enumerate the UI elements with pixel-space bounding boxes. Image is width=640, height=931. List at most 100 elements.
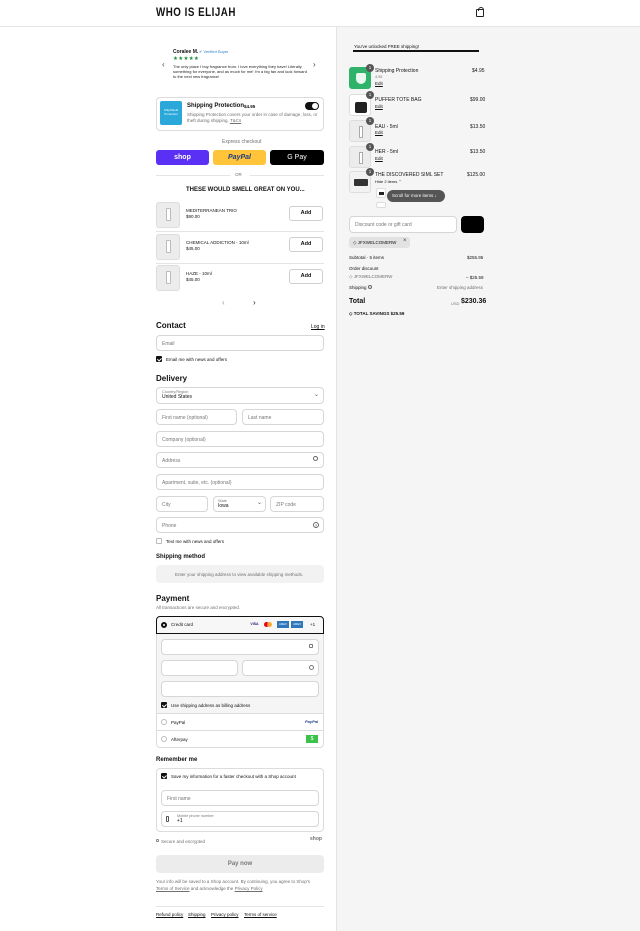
credit-card-label: Credit card bbox=[171, 622, 194, 627]
more-cards-badge: +1 bbox=[310, 622, 316, 627]
protection-toggle[interactable] bbox=[305, 102, 319, 110]
arrow-down-icon: ↓ bbox=[434, 193, 437, 198]
upsell-divider bbox=[156, 263, 324, 264]
scroll-more-pill[interactable]: Scroll for more items ↓ bbox=[387, 190, 445, 202]
paypal-option-label: PayPal bbox=[171, 720, 186, 725]
login-link[interactable]: Log in bbox=[311, 324, 325, 330]
remember-first-name-field[interactable]: First name bbox=[161, 790, 319, 806]
verified-badge-label: Verified Buyer bbox=[203, 49, 229, 54]
order-item-edit-1[interactable]: Edit bbox=[375, 81, 383, 86]
upsell-name-1: MEDITERRANEAN TRIO bbox=[186, 208, 237, 213]
billing-address-checkbox[interactable] bbox=[161, 702, 167, 708]
upsell-add-button-3[interactable]: Add bbox=[289, 269, 323, 284]
order-item-name-5: THE DISCOVERED SIML SET bbox=[375, 172, 444, 178]
subtotal-label: Subtotal · 5 items bbox=[349, 255, 385, 260]
zip-field[interactable]: ZIP code bbox=[270, 496, 324, 512]
item-qty-badge: 1 bbox=[366, 168, 374, 176]
protection-price: $4.95 bbox=[244, 104, 256, 109]
review-prev-arrow[interactable]: ‹ bbox=[162, 60, 165, 69]
review-next-arrow[interactable]: › bbox=[313, 60, 316, 69]
shop-terms-link[interactable]: Terms of Service bbox=[156, 886, 190, 891]
apply-discount-button[interactable] bbox=[461, 216, 484, 233]
check-icon: ✔ bbox=[199, 49, 203, 54]
credit-card-radio[interactable] bbox=[161, 622, 167, 628]
remember-heading: Remember me bbox=[156, 757, 198, 763]
order-item-price-3: $13.50 bbox=[470, 124, 486, 130]
shop-pay-button[interactable]: shop bbox=[156, 150, 209, 165]
help-icon[interactable] bbox=[309, 665, 314, 670]
protection-tcs-link[interactable]: T&Cs bbox=[230, 118, 241, 123]
toggle-knob bbox=[312, 103, 318, 109]
mastercard-icon bbox=[263, 621, 274, 628]
first-name-field[interactable]: First name (optional) bbox=[156, 409, 237, 425]
afterpay-radio[interactable] bbox=[161, 736, 167, 742]
scroll-more-label: Scroll for more items bbox=[392, 193, 434, 198]
email-news-checkbox[interactable] bbox=[156, 356, 162, 362]
card-number-field[interactable] bbox=[161, 639, 319, 655]
free-shipping-label: You've unlocked FREE shipping! bbox=[354, 44, 419, 49]
upsell-thumb-3 bbox=[156, 265, 180, 291]
terms-of-service-link[interactable]: Terms of service bbox=[244, 912, 277, 917]
upsell-price-2: $45.00 bbox=[186, 246, 200, 251]
protection-desc: Shipping Protection covers your order in… bbox=[187, 112, 319, 124]
pay-now-button[interactable]: Pay now bbox=[156, 855, 324, 873]
expiry-field[interactable] bbox=[161, 660, 238, 676]
order-item-edit-2[interactable]: Edit bbox=[375, 104, 383, 109]
city-field[interactable]: City bbox=[156, 496, 208, 512]
text-news-label: Text me with news and offers bbox=[166, 539, 224, 544]
email-field[interactable]: Email bbox=[156, 335, 324, 351]
phone-field[interactable]: Phone bbox=[156, 517, 324, 533]
chevron-down-icon: ⌄ bbox=[314, 392, 320, 398]
order-item-edit-3[interactable]: Edit bbox=[375, 130, 383, 135]
save-info-checkbox[interactable] bbox=[161, 773, 167, 779]
paypal-logo-icon: PayPal bbox=[305, 719, 319, 724]
google-pay-button[interactable]: G Pay bbox=[270, 150, 324, 165]
upsell-add-button-2[interactable]: Add bbox=[289, 237, 323, 252]
upsell-thumb-1 bbox=[156, 202, 180, 228]
order-item-price-1: $4.95 bbox=[472, 68, 485, 74]
remember-phone-field[interactable]: Mobile phone number +1 bbox=[161, 811, 319, 827]
pay-legal: Your info will be saved to a Shop accoun… bbox=[156, 878, 321, 892]
hide-items-toggle[interactable]: Hide 2 items ⌃ bbox=[375, 179, 402, 184]
upsell-name-3: HAZE - 10ml bbox=[186, 271, 212, 276]
upsell-next-arrow[interactable]: › bbox=[253, 298, 256, 307]
discount-code-field[interactable]: Discount code or gift card bbox=[349, 216, 457, 233]
address-field[interactable]: Address bbox=[156, 452, 324, 468]
upsell-thumb-2 bbox=[156, 234, 180, 260]
privacy-policy-link[interactable]: Privacy policy bbox=[211, 912, 239, 917]
discount-code-line: ◇ JFXWELCOMERW bbox=[349, 274, 392, 280]
help-icon[interactable] bbox=[367, 285, 372, 289]
name-on-card-field[interactable] bbox=[161, 681, 319, 697]
store-logo[interactable]: WHO IS ELIJAH bbox=[156, 7, 236, 19]
chevron-down-icon: ⌄ bbox=[257, 500, 263, 506]
paypal-button[interactable]: PayPal bbox=[213, 150, 266, 165]
upsell-prev-arrow[interactable]: ‹ bbox=[222, 298, 225, 307]
order-item-price-2: $99.00 bbox=[470, 97, 486, 103]
company-field[interactable]: Company (optional) bbox=[156, 431, 324, 447]
discount-value: – $25.59 bbox=[466, 275, 484, 280]
security-code-field[interactable] bbox=[242, 660, 319, 676]
gift-set-icon bbox=[354, 179, 368, 186]
lock-icon bbox=[156, 839, 159, 842]
shopping-bag-icon[interactable] bbox=[476, 7, 484, 17]
total-savings-label: TOTAL SAVINGS bbox=[353, 311, 390, 316]
last-name-field[interactable]: Last name bbox=[242, 409, 324, 425]
upsell-add-button-1[interactable]: Add bbox=[289, 206, 323, 221]
contact-heading: Contact bbox=[156, 321, 186, 330]
text-news-checkbox[interactable] bbox=[156, 538, 162, 544]
refund-policy-link[interactable]: Refund policy bbox=[156, 912, 183, 917]
shop-logo: shop bbox=[310, 836, 322, 842]
apartment-field[interactable]: Apartment, suite, etc. (optional) bbox=[156, 474, 324, 490]
order-discount-label: Order discount bbox=[349, 266, 379, 271]
shop-privacy-link[interactable]: Privacy Policy bbox=[235, 886, 263, 891]
country-select[interactable]: Country/Region United States bbox=[156, 387, 324, 404]
paypal-radio[interactable] bbox=[161, 719, 167, 725]
close-icon[interactable]: × bbox=[403, 238, 407, 244]
shipping-policy-link[interactable]: Shipping bbox=[188, 912, 206, 917]
tag-icon: ◇ bbox=[353, 240, 357, 245]
discount-tag-label: JFXWELCOMERW bbox=[357, 240, 397, 245]
item-qty-badge: 1 bbox=[366, 117, 374, 125]
help-icon[interactable]: ? bbox=[313, 522, 319, 528]
order-item-edit-4[interactable]: Edit bbox=[375, 156, 383, 161]
or-divider-left bbox=[156, 175, 230, 176]
